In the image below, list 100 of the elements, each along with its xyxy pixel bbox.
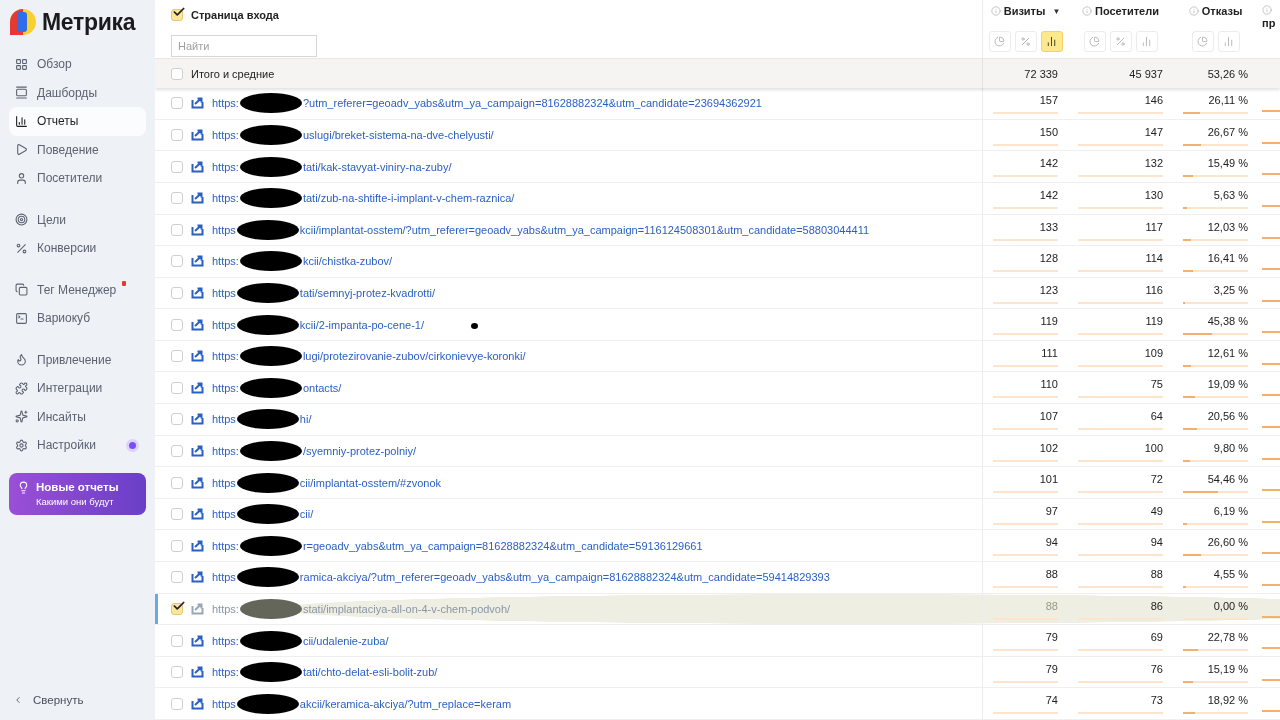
row-checkbox[interactable] [171,666,183,679]
link-icon[interactable] [191,381,204,394]
url-link[interactable]: kcii/2-impanta-po-cene-1/ [299,318,424,331]
nav-item[interactable]: Дашборды [9,78,146,107]
checkbox[interactable] [171,9,183,21]
link-icon[interactable] [191,350,204,363]
url-link[interactable]: tati/zub-na-shtifte-i-implant-v-chem-raznica/ [302,192,515,205]
link-icon[interactable] [191,571,204,584]
row-checkbox[interactable] [171,381,183,394]
view-toggle[interactable] [988,31,1011,52]
url-link[interactable]: ?utm_referer=geoadv_yabs&utm_ya_campaign=81628882324&utm_candidate=23694362921 [302,97,762,110]
url-link[interactable]: https [212,318,236,331]
link-icon[interactable] [191,539,204,552]
link-icon[interactable] [191,97,204,110]
view-toggle[interactable] [1135,31,1158,52]
view-toggle[interactable] [1014,31,1037,52]
column-header[interactable]: Посетители [1095,5,1159,17]
promo-card[interactable]: Новые отчеты Какими они будут [9,472,146,515]
link-icon[interactable] [191,223,204,236]
link-icon[interactable] [191,192,204,205]
info-icon[interactable] [1082,6,1092,16]
link-icon[interactable] [191,255,204,268]
url-link[interactable]: https: [212,129,239,141]
sort-arrow[interactable]: ▼ [1052,6,1061,16]
view-toggle[interactable] [1109,31,1132,52]
url-link[interactable]: https [212,413,236,426]
link-icon[interactable] [191,413,204,426]
url-link[interactable]: tati/semnyj-protez-kvadrotti/ [299,287,435,299]
nav-item[interactable]: Посетители [9,164,146,193]
link-icon[interactable] [191,602,204,615]
checkbox[interactable] [171,67,183,80]
url-link[interactable]: https [212,697,236,710]
search-field[interactable]: Найти [171,35,317,57]
url-link[interactable]: https: [212,350,239,363]
url-link[interactable]: uslugi/breket-sistema-na-dve-chelyusti/ [302,129,494,141]
collapse-button[interactable]: Свернуть [9,680,146,720]
url-link[interactable]: ramica-akciya/?utm_referer=geoadv_yabs&utm_ya_campaign=81628882324&utm_candidate=59414829393 [299,571,830,584]
nav-item[interactable]: Интеграции [9,374,146,403]
url-link[interactable]: https [212,508,236,521]
url-link[interactable]: hi/ [299,413,312,426]
url-link[interactable]: https: [212,444,239,457]
url-link[interactable]: https: [212,666,239,679]
link-icon[interactable] [191,318,204,331]
url-link[interactable]: https: [212,192,239,205]
nav-item[interactable]: Вариокуб [9,304,146,333]
row-checkbox[interactable] [171,602,183,615]
url-link[interactable]: cii/udalenie-zuba/ [302,634,389,647]
row-checkbox[interactable] [171,223,183,236]
url-link[interactable]: https: [212,160,239,173]
url-link[interactable]: https: [212,97,239,110]
row-checkbox[interactable] [171,192,183,205]
link-icon[interactable] [191,160,204,173]
row-checkbox[interactable] [171,97,183,110]
nav-item[interactable]: Цели [9,205,146,234]
info-icon[interactable] [990,6,1001,16]
link-icon[interactable] [191,666,204,679]
nav-item[interactable]: Настройки [9,431,146,460]
url-link[interactable]: https [212,223,236,236]
nav-item[interactable]: Инсайты [9,402,146,431]
view-toggle[interactable] [1191,31,1214,52]
url-link[interactable]: r=geoadv_yabs&utm_ya_campaign=81628882324&utm_candidate=59136129661 [302,539,703,552]
url-link[interactable]: kcii/chistka-zubov/ [302,255,393,268]
nav-item[interactable]: Конверсии [9,234,146,263]
nav-item[interactable]: Обзор [9,50,146,79]
url-link[interactable]: /syemniy-protez-polniy/ [302,444,416,457]
link-icon[interactable] [191,476,204,489]
link-icon[interactable] [191,444,204,457]
url-link[interactable]: akcii/keramica-akciya/?utm_replace=keram [299,697,512,710]
url-link[interactable]: https: [212,255,239,268]
url-link[interactable]: cii/ [299,508,314,521]
link-icon[interactable] [191,634,204,647]
row-checkbox[interactable] [171,129,183,141]
row-checkbox[interactable] [171,508,183,521]
row-checkbox[interactable] [171,444,183,457]
row-checkbox[interactable] [171,634,183,647]
row-checkbox[interactable] [171,697,183,710]
url-link[interactable]: tati/kak-stavyat-viniry-na-zuby/ [302,160,452,173]
view-toggle[interactable] [1217,31,1240,52]
row-checkbox[interactable] [171,160,183,173]
url-link[interactable]: kcii/implantat-osstem/?utm_referer=geoadv_yabs&utm_ya_campaign=116124508301&utm_candidate=58803044411 [299,223,870,236]
row-checkbox[interactable] [171,255,183,268]
row-checkbox[interactable] [171,476,183,489]
link-icon[interactable] [191,129,204,141]
view-toggle[interactable] [1083,31,1106,52]
link-icon[interactable] [191,287,204,299]
url-link[interactable]: https [212,476,236,489]
column-header[interactable]: Визиты [1003,5,1046,17]
url-link[interactable]: ontacts/ [302,381,342,394]
column-header[interactable]: пр [1262,17,1276,29]
link-icon[interactable] [191,508,204,521]
column-header[interactable]: Отказы [1201,5,1243,17]
info-icon[interactable] [1262,5,1272,15]
row-checkbox[interactable] [171,571,183,584]
url-link[interactable]: https: [212,381,239,394]
url-link[interactable]: https: [212,539,239,552]
row-checkbox[interactable] [171,350,183,363]
row-checkbox[interactable] [171,413,183,426]
row-checkbox[interactable] [171,539,183,552]
info-icon[interactable] [1188,6,1199,16]
url-link[interactable]: https [212,287,236,299]
